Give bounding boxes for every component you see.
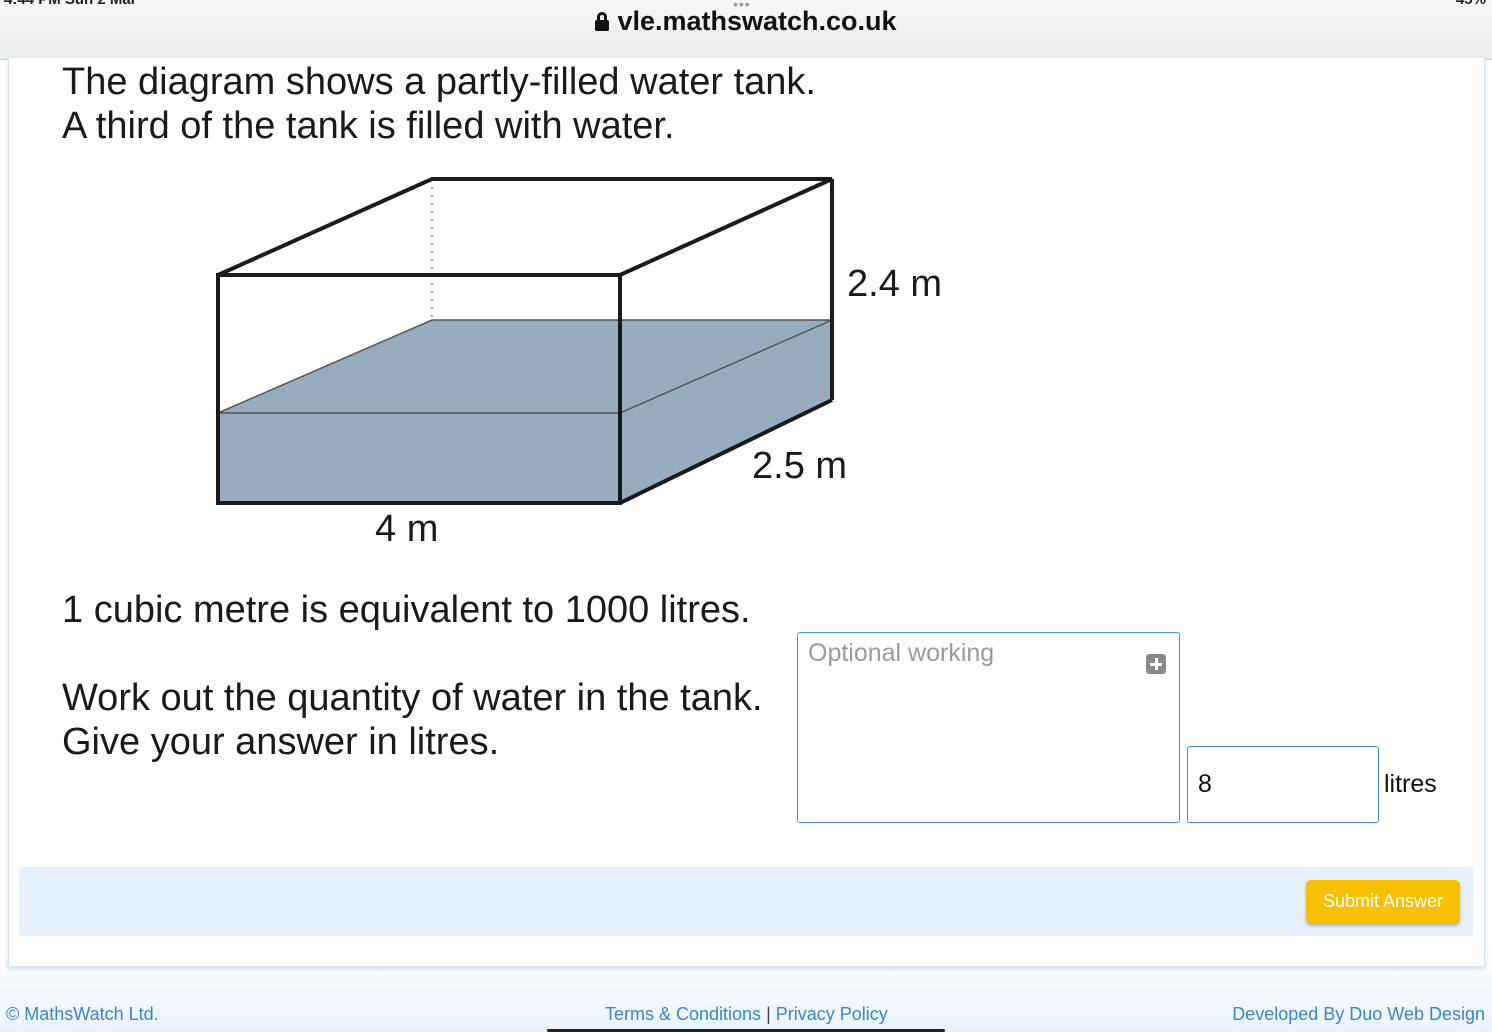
lock-icon [595, 12, 610, 31]
submit-bar [19, 867, 1473, 936]
terms-link[interactable]: Terms & Conditions [605, 1004, 761, 1024]
task-line-1: Work out the quantity of water in the ta… [62, 677, 763, 719]
submit-answer-button[interactable]: Submit Answer [1306, 880, 1460, 923]
question-line-1: The diagram shows a partly-filled water … [62, 61, 816, 103]
browser-top-bar: 4:44 PM Sun 2 Mar ••• 45% vle.mathswatch… [0, 0, 1492, 60]
working-placeholder: Optional working [808, 639, 995, 667]
width-label: 4 m [375, 508, 438, 550]
privacy-link[interactable]: Privacy Policy [776, 1004, 888, 1024]
water-front-face [218, 413, 620, 503]
expand-plus-icon[interactable] [1146, 654, 1166, 674]
footer-links: Terms & Conditions | Privacy Policy [605, 1004, 888, 1025]
conversion-info: 1 cubic metre is equivalent to 1000 litr… [62, 589, 751, 631]
answer-units: litres [1384, 770, 1437, 798]
address-bar[interactable]: vle.mathswatch.co.uk [0, 6, 1492, 37]
tank-top-face [217, 177, 833, 277]
developer-link[interactable]: Developed By Duo Web Design [1232, 1004, 1485, 1025]
depth-label: 2.5 m [752, 445, 847, 487]
optional-working-textarea[interactable]: Optional working [797, 632, 1180, 823]
question-line-2: A third of the tank is filled with water… [62, 105, 675, 147]
height-label: 2.4 m [847, 263, 942, 305]
url-text: vle.mathswatch.co.uk [617, 6, 897, 36]
footer-copyright: © MathsWatch Ltd. [6, 1004, 159, 1024]
task-line-2: Give your answer in litres. [62, 721, 500, 763]
water-tank-diagram: 2.4 m 2.5 m 4 m [216, 177, 942, 550]
answer-input[interactable] [1187, 746, 1379, 823]
footer-separator: | [766, 1004, 771, 1024]
